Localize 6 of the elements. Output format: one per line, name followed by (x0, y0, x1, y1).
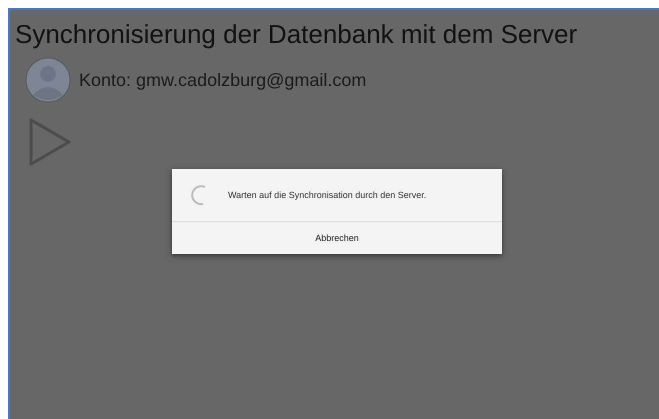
account-label: Konto: gmw.cadolzburg@gmail.com (79, 70, 366, 90)
dialog-message: Warten auf die Synchronisation durch den Server. (228, 190, 426, 200)
avatar-icon (25, 57, 71, 103)
play-icon[interactable] (28, 117, 72, 167)
screen-title: Synchronisierung der Datenbank mit dem Server (15, 18, 578, 51)
cancel-button[interactable]: Abbrechen (172, 222, 502, 254)
